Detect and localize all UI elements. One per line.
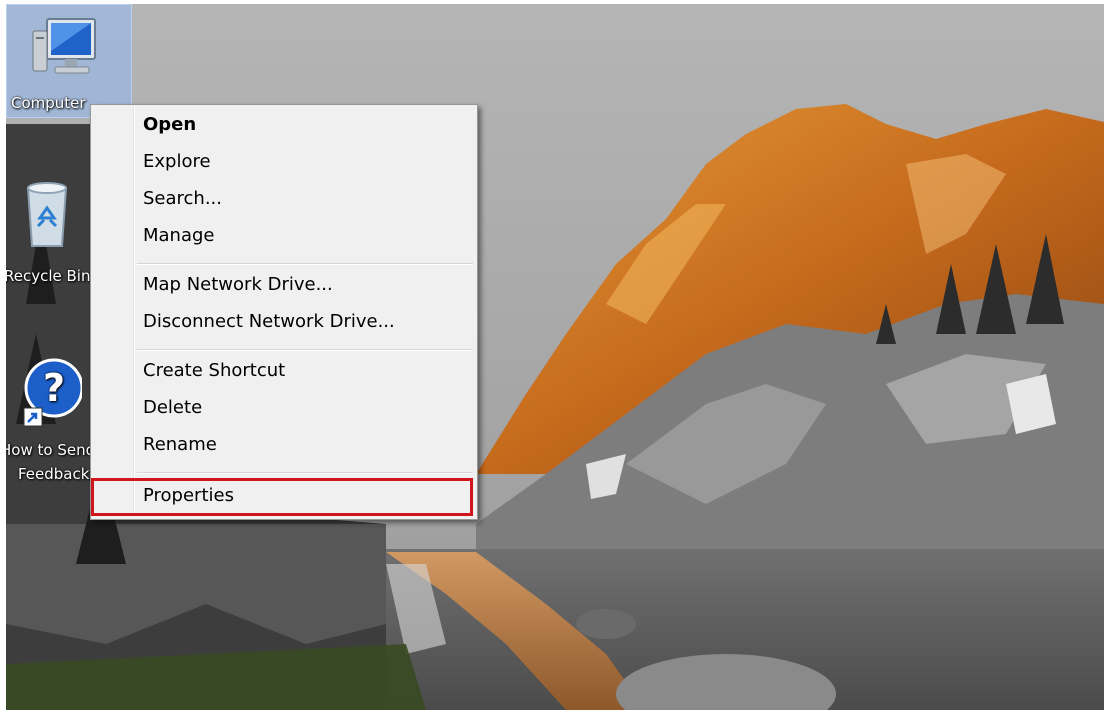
menu-item-rename[interactable]: Rename [143, 431, 217, 459]
recycle-bin-icon [26, 182, 68, 247]
menu-item-search[interactable]: Search... [143, 185, 222, 213]
help-shortcut-icon: ? [23, 358, 82, 427]
menu-item-manage[interactable]: Manage [143, 222, 215, 250]
menu-separator [137, 472, 473, 474]
menu-icon-gutter [133, 107, 135, 517]
menu-separator [137, 349, 473, 351]
computer-icon [32, 18, 96, 74]
desktop-icon-recycle-bin[interactable]: Recycle Bin [6, 180, 92, 285]
context-menu: Open Explore Search... Manage Map Networ… [90, 104, 478, 520]
menu-item-open[interactable]: Open [143, 111, 196, 139]
desktop[interactable]: Computer Recycle Bin ? How to Send Feedb… [6, 4, 1104, 710]
menu-item-map-network-drive[interactable]: Map Network Drive... [143, 271, 333, 299]
menu-item-create-shortcut[interactable]: Create Shortcut [143, 357, 285, 385]
menu-item-delete[interactable]: Delete [143, 394, 202, 422]
svg-text:?: ? [43, 366, 65, 410]
menu-item-disconnect-network-drive[interactable]: Disconnect Network Drive... [143, 308, 395, 336]
menu-item-explore[interactable]: Explore [143, 148, 211, 176]
menu-item-properties[interactable]: Properties [143, 482, 234, 510]
desktop-icon-label: Computer [11, 94, 86, 112]
menu-separator [137, 263, 473, 265]
desktop-icon-help-feedback[interactable]: ? How to Send Feedback [6, 354, 96, 483]
desktop-icon-computer[interactable]: Computer [6, 4, 132, 118]
